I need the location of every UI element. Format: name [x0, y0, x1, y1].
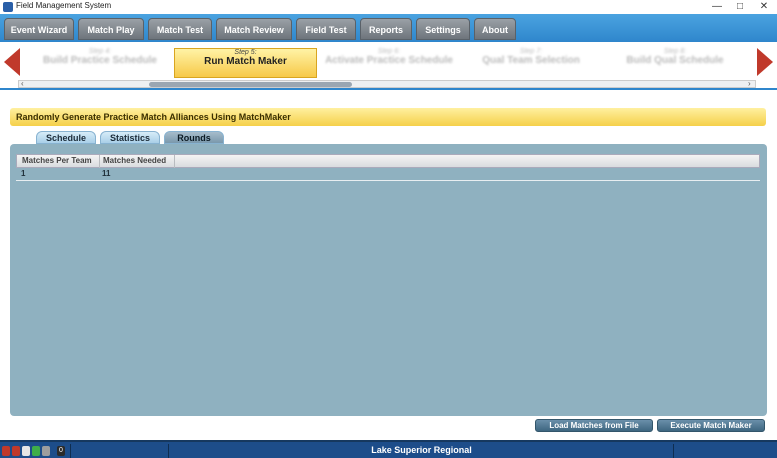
menu-about[interactable]: About [474, 18, 516, 40]
menu-match-review[interactable]: Match Review [216, 18, 292, 40]
step-name: Build Qual Schedule [626, 55, 724, 66]
menu-field-test[interactable]: Field Test [296, 18, 356, 40]
right-arrow-icon[interactable] [757, 48, 773, 76]
rounds-panel: Matches Per Team Matches Needed 1 11 [10, 144, 767, 416]
menu-reports[interactable]: Reports [360, 18, 412, 40]
column-divider [99, 155, 100, 168]
left-arrow-icon[interactable] [4, 48, 20, 76]
step-number: Step 5: [234, 49, 257, 56]
step-number: Step 7: [519, 48, 543, 55]
scroll-left-icon[interactable]: ‹ [21, 79, 24, 88]
status-count-badge: 0 [57, 446, 65, 456]
step-name: Build Practice Schedule [43, 55, 157, 66]
scroll-right-icon[interactable]: › [748, 79, 751, 88]
tab-schedule[interactable]: Schedule [36, 131, 96, 144]
main-content: Randomly Generate Practice Match Allianc… [0, 96, 777, 436]
step-number: Step 6: [377, 48, 401, 55]
status-light [22, 446, 30, 456]
column-header[interactable]: Matches Needed [103, 156, 166, 165]
event-name: Lake Superior Regional [371, 445, 472, 455]
app-icon [3, 2, 13, 12]
tab-rounds[interactable]: Rounds [164, 131, 224, 144]
wizard-step-7[interactable]: Step 7: Qual Team Selection [470, 48, 592, 78]
wizard-step-8[interactable]: Step 8: Build Qual Schedule [614, 48, 736, 78]
column-header[interactable]: Matches Per Team [22, 156, 92, 165]
menu-event-wizard[interactable]: Event Wizard [4, 18, 74, 40]
step-name: Run Match Maker [204, 56, 287, 67]
menu-match-test[interactable]: Match Test [148, 18, 212, 40]
wizard-step-4[interactable]: Step 4: Build Practice Schedule [40, 48, 160, 78]
rounds-grid: Matches Per Team Matches Needed 1 11 [16, 154, 760, 181]
status-light [32, 446, 40, 456]
status-light [2, 446, 10, 456]
grid-header: Matches Per Team Matches Needed [16, 154, 760, 168]
table-row[interactable]: 1 11 [16, 168, 760, 181]
load-matches-button[interactable]: Load Matches from File [535, 419, 653, 432]
status-light [12, 446, 20, 456]
status-divider [673, 444, 674, 458]
tab-statistics[interactable]: Statistics [100, 131, 160, 144]
status-bar: 0 Lake Superior Regional [0, 440, 777, 458]
wizard-step-5[interactable]: Step 5: Run Match Maker [174, 48, 317, 78]
status-divider [168, 444, 169, 458]
table-cell: 1 [21, 169, 26, 178]
status-divider [70, 444, 71, 458]
title-bar: Field Management System — □ ✕ [0, 0, 777, 14]
menu-settings[interactable]: Settings [416, 18, 470, 40]
table-cell: 11 [102, 169, 111, 178]
step-name: Qual Team Selection [482, 55, 580, 66]
window-title: Field Management System [16, 1, 112, 10]
page-banner: Randomly Generate Practice Match Allianc… [10, 108, 766, 126]
wizard-step-6[interactable]: Step 6: Activate Practice Schedule [322, 48, 456, 78]
execute-match-maker-button[interactable]: Execute Match Maker [657, 419, 765, 432]
column-divider [174, 155, 175, 168]
step-number: Step 8: [663, 48, 687, 55]
step-number: Step 4: [88, 48, 112, 55]
step-name: Activate Practice Schedule [325, 55, 453, 66]
menu-bar: Event Wizard Match Play Match Test Match… [0, 14, 777, 42]
wizard-scrollbar[interactable]: ‹ › [18, 79, 756, 88]
close-button[interactable]: ✕ [750, 0, 777, 14]
scroll-thumb[interactable] [149, 82, 352, 87]
menu-match-play[interactable]: Match Play [78, 18, 144, 40]
status-light [42, 446, 50, 456]
